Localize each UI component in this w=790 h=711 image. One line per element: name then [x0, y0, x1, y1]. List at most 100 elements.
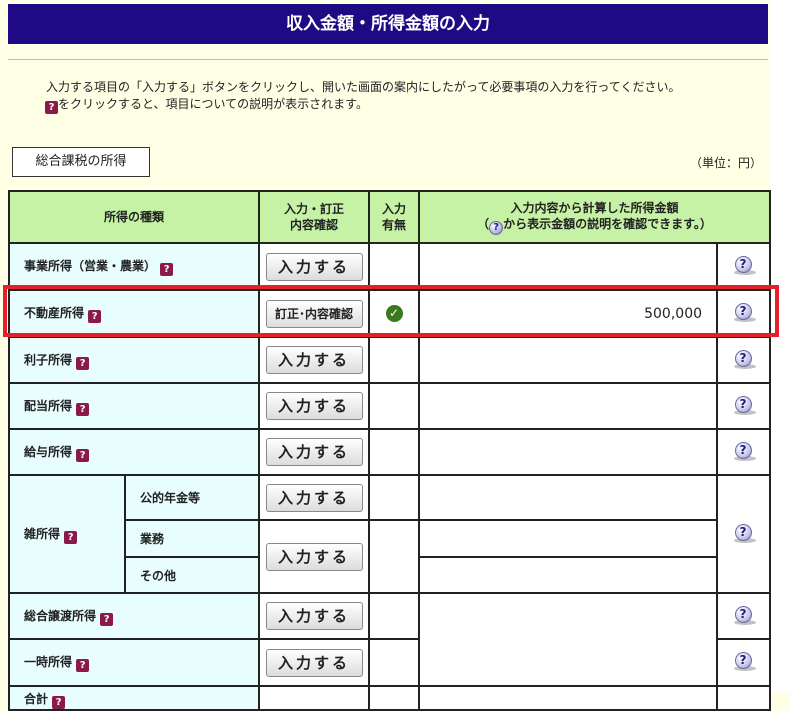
unit-note: （単位：円）: [690, 156, 763, 170]
amount-cell: 500,000: [418, 289, 719, 338]
amount-cell: [418, 519, 719, 558]
help-icon[interactable]: ?: [732, 523, 756, 543]
input-button-transfer[interactable]: 入力する: [265, 602, 363, 630]
row-label: 一時所得: [24, 655, 73, 669]
question-mark-icon[interactable]: ?: [76, 402, 90, 416]
status-cell: [368, 382, 421, 430]
status-cell: [368, 685, 421, 711]
page-margin: [770, 0, 790, 692]
income-table: 所得の種類 入力・訂正 内容確認 入力 有無 入力内容から計算した所得金額 （?…: [7, 190, 772, 711]
amount-cell: [418, 474, 719, 521]
question-mark-icon[interactable]: ?: [100, 612, 114, 626]
button-cell: 訂正･内容確認: [258, 289, 371, 338]
sub-label-other: その他: [123, 556, 261, 594]
help-icon[interactable]: ?: [732, 605, 756, 625]
table-row: 合計 ?: [7, 685, 772, 711]
income-label-total: 合計 ?: [7, 685, 261, 711]
income-label-salary: 給与所得 ?: [7, 428, 261, 476]
row-label: 給与所得: [24, 444, 73, 459]
input-button-interest[interactable]: 入力する: [265, 346, 363, 374]
help-icon: ?: [489, 220, 504, 235]
header-amount-line2-text: から表示金額の説明を確認できます。）: [503, 216, 712, 231]
question-mark-icon[interactable]: ?: [64, 530, 78, 544]
input-button-dividend[interactable]: 入力する: [265, 392, 363, 420]
header-entry-line2: 内容確認: [290, 218, 339, 232]
help-cell: [716, 685, 772, 711]
question-mark-icon[interactable]: ?: [76, 659, 90, 672]
status-cell: [368, 519, 421, 594]
help-cell: ?: [716, 474, 772, 594]
question-mark-icon[interactable]: ?: [160, 263, 174, 276]
button-cell: 入力する: [258, 519, 371, 594]
amount-cell: [418, 336, 719, 384]
row-label: 不動産所得: [24, 306, 85, 320]
question-mark-icon[interactable]: ?: [76, 356, 90, 370]
help-icon[interactable]: ?: [732, 303, 756, 322]
status-cell: [368, 428, 421, 476]
help-cell: ?: [716, 638, 772, 687]
row-label: 総合譲渡所得: [24, 608, 97, 623]
input-button-misc-other[interactable]: 入力する: [265, 542, 363, 571]
divider: [8, 59, 768, 60]
status-cell: [368, 242, 421, 291]
help-icon[interactable]: ?: [732, 441, 756, 461]
help-icon[interactable]: ?: [732, 256, 756, 275]
check-icon: ✓: [385, 305, 403, 322]
amount-cell: [418, 592, 719, 687]
button-cell: 入力する: [258, 242, 371, 291]
input-button-pension[interactable]: 入力する: [265, 483, 363, 512]
row-label: 配当所得: [24, 398, 73, 413]
income-label-transfer: 総合譲渡所得 ?: [7, 592, 261, 640]
table-row: 事業所得（営業・農業） ? 入力する ?: [7, 242, 772, 291]
help-cell: ?: [716, 428, 772, 476]
status-cell: [368, 592, 421, 640]
help-cell: ?: [716, 592, 772, 640]
header-income-kind: 所得の種類: [7, 190, 261, 244]
question-mark-icon[interactable]: ?: [88, 310, 102, 323]
input-button-one-time[interactable]: 入力する: [265, 648, 363, 677]
help-cell: ?: [716, 382, 772, 430]
amount-cell: [418, 382, 719, 430]
edit-confirm-button-real-estate[interactable]: 訂正･内容確認: [265, 299, 363, 328]
input-button-business[interactable]: 入力する: [265, 252, 363, 281]
button-cell: 入力する: [258, 382, 371, 430]
header-entry: 入力・訂正 内容確認: [258, 190, 371, 244]
amount-cell: [418, 685, 719, 711]
table-row: 給与所得 ? 入力する ?: [7, 428, 772, 476]
table-row: 利子所得 ? 入力する ?: [7, 336, 772, 384]
button-cell: 入力する: [258, 638, 371, 687]
income-label-misc: 雑所得 ?: [8, 474, 126, 594]
table-row: 総合譲渡所得 ? 入力する ?: [7, 592, 772, 687]
button-cell: 入力する: [258, 474, 371, 521]
status-cell: ✓: [368, 289, 421, 338]
income-label-interest: 利子所得 ?: [7, 336, 261, 384]
amount-cell: [418, 428, 719, 476]
instruction-line-2-text: をクリックすると、項目についての説明が表示されます。: [58, 97, 368, 111]
button-cell: [258, 685, 371, 711]
status-cell: [368, 474, 421, 521]
header-status-line2: 有無: [382, 218, 407, 232]
income-label-real-estate: 不動産所得 ?: [7, 289, 261, 338]
help-icon[interactable]: ?: [732, 652, 756, 671]
sub-label-business: 業務: [123, 519, 261, 558]
income-label-dividend: 配当所得 ?: [7, 382, 261, 430]
sub-label-pension: 公的年金等: [123, 474, 261, 521]
help-cell: ?: [716, 289, 772, 338]
question-mark-icon[interactable]: ?: [76, 448, 90, 462]
help-icon[interactable]: ?: [732, 349, 756, 369]
question-mark-icon[interactable]: ?: [52, 696, 66, 709]
help-icon[interactable]: ?: [732, 395, 756, 415]
row-label: 合計: [24, 692, 49, 706]
table-row: 雑所得 ? 公的年金等 入力する ?: [8, 474, 772, 594]
table-row: 配当所得 ? 入力する ?: [7, 382, 772, 430]
header-amount: 入力内容から計算した所得金額 （? から表示金額の説明を確認できます。）: [418, 190, 772, 244]
row-label: 雑所得: [24, 526, 61, 541]
table-row: 不動産所得 ? 訂正･内容確認 ✓ 500,000 ?: [7, 289, 772, 338]
question-mark-icon: ?: [45, 101, 58, 114]
input-button-salary[interactable]: 入力する: [265, 438, 363, 466]
tab-general-taxation-income[interactable]: 総合課税の所得: [12, 147, 150, 177]
instructions: 入力する項目の「入力する」ボタンをクリックし、開いた画面の案内にしたがって必要事…: [45, 79, 680, 114]
amount-cell: [418, 556, 719, 594]
header-amount-line2: （? から表示金額の説明を確認できます。）: [420, 216, 769, 235]
help-cell: ?: [716, 242, 772, 291]
